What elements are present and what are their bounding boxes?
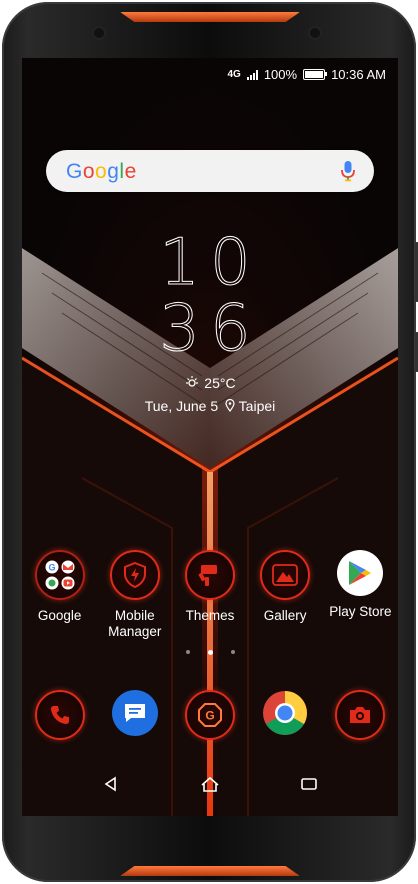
date-text: Tue, June 5 [144, 398, 219, 414]
app-google-folder[interactable]: G Google [22, 550, 97, 640]
phone-icon [34, 690, 85, 740]
page-dot [230, 650, 235, 654]
back-icon [104, 776, 117, 792]
chrome-icon [262, 690, 308, 736]
front-camera-right [310, 28, 320, 38]
game-center-icon: G [184, 690, 235, 740]
dock-chrome[interactable] [248, 690, 323, 740]
app-mobile-manager[interactable]: Mobile Manager [97, 550, 172, 640]
battery-percent: 100% [263, 67, 298, 82]
dock-game-center[interactable]: G [172, 690, 247, 740]
network-type: 4G [227, 69, 241, 80]
app-gallery[interactable]: Gallery [248, 550, 323, 640]
phone-frame: 4G 100% 10:36 AM Google 10 36 25°C Tue, … [2, 2, 418, 882]
clock-hours: 10 [159, 226, 261, 300]
google-search-bar[interactable]: Google [46, 150, 374, 192]
dock: G [22, 690, 398, 740]
weather-widget[interactable]: 25°C [22, 374, 398, 391]
app-play-store[interactable]: Play Store [323, 550, 398, 640]
mic-icon[interactable] [340, 160, 356, 182]
recents-button[interactable] [289, 764, 329, 804]
location-pin-icon [225, 398, 235, 413]
bottom-accent-trim [120, 866, 300, 876]
app-label: Mobile Manager [108, 608, 162, 639]
messages-icon [111, 690, 158, 736]
camera-icon [335, 690, 386, 740]
app-label: Themes [185, 608, 235, 623]
themes-icon [184, 550, 235, 600]
signal-icon [246, 69, 258, 80]
gallery-icon [260, 550, 311, 600]
page-dot-active [207, 650, 213, 655]
battery-icon [303, 69, 328, 80]
status-time: 10:36 AM [331, 67, 386, 82]
recents-icon [300, 778, 317, 790]
home-icon [201, 776, 219, 792]
temperature: 25°C [204, 375, 236, 391]
location-text: Taipei [238, 398, 276, 414]
svg-text:G: G [48, 563, 55, 573]
svg-text:G: G [205, 709, 214, 723]
mobile-manager-icon [109, 550, 160, 600]
page-dot [185, 650, 190, 654]
front-camera-left [94, 28, 104, 38]
status-bar: 4G 100% 10:36 AM [22, 64, 398, 84]
back-button[interactable] [91, 764, 131, 804]
home-button[interactable] [190, 764, 230, 804]
clock-widget[interactable]: 10 36 [22, 226, 398, 366]
dock-camera[interactable] [323, 690, 398, 740]
clock-minutes: 36 [159, 292, 261, 366]
dock-messages[interactable] [97, 690, 172, 740]
app-label: Gallery [263, 608, 307, 623]
app-themes[interactable]: Themes [172, 550, 247, 640]
play-store-icon [337, 550, 384, 596]
dock-phone[interactable] [22, 690, 97, 740]
google-folder-icon: G [34, 550, 85, 600]
top-accent-trim [120, 12, 300, 22]
home-app-row: G Google Mobile Manager Themes Gallery P… [22, 550, 398, 640]
google-logo: Google [66, 160, 137, 183]
app-label: Google [37, 608, 82, 623]
app-label: Play Store [329, 604, 392, 619]
page-indicator [22, 650, 398, 655]
sun-icon [186, 376, 199, 387]
navigation-bar [22, 764, 398, 804]
date-location: Tue, June 5 Taipei [22, 398, 398, 414]
home-screen: 4G 100% 10:36 AM Google 10 36 25°C Tue, … [22, 58, 398, 816]
